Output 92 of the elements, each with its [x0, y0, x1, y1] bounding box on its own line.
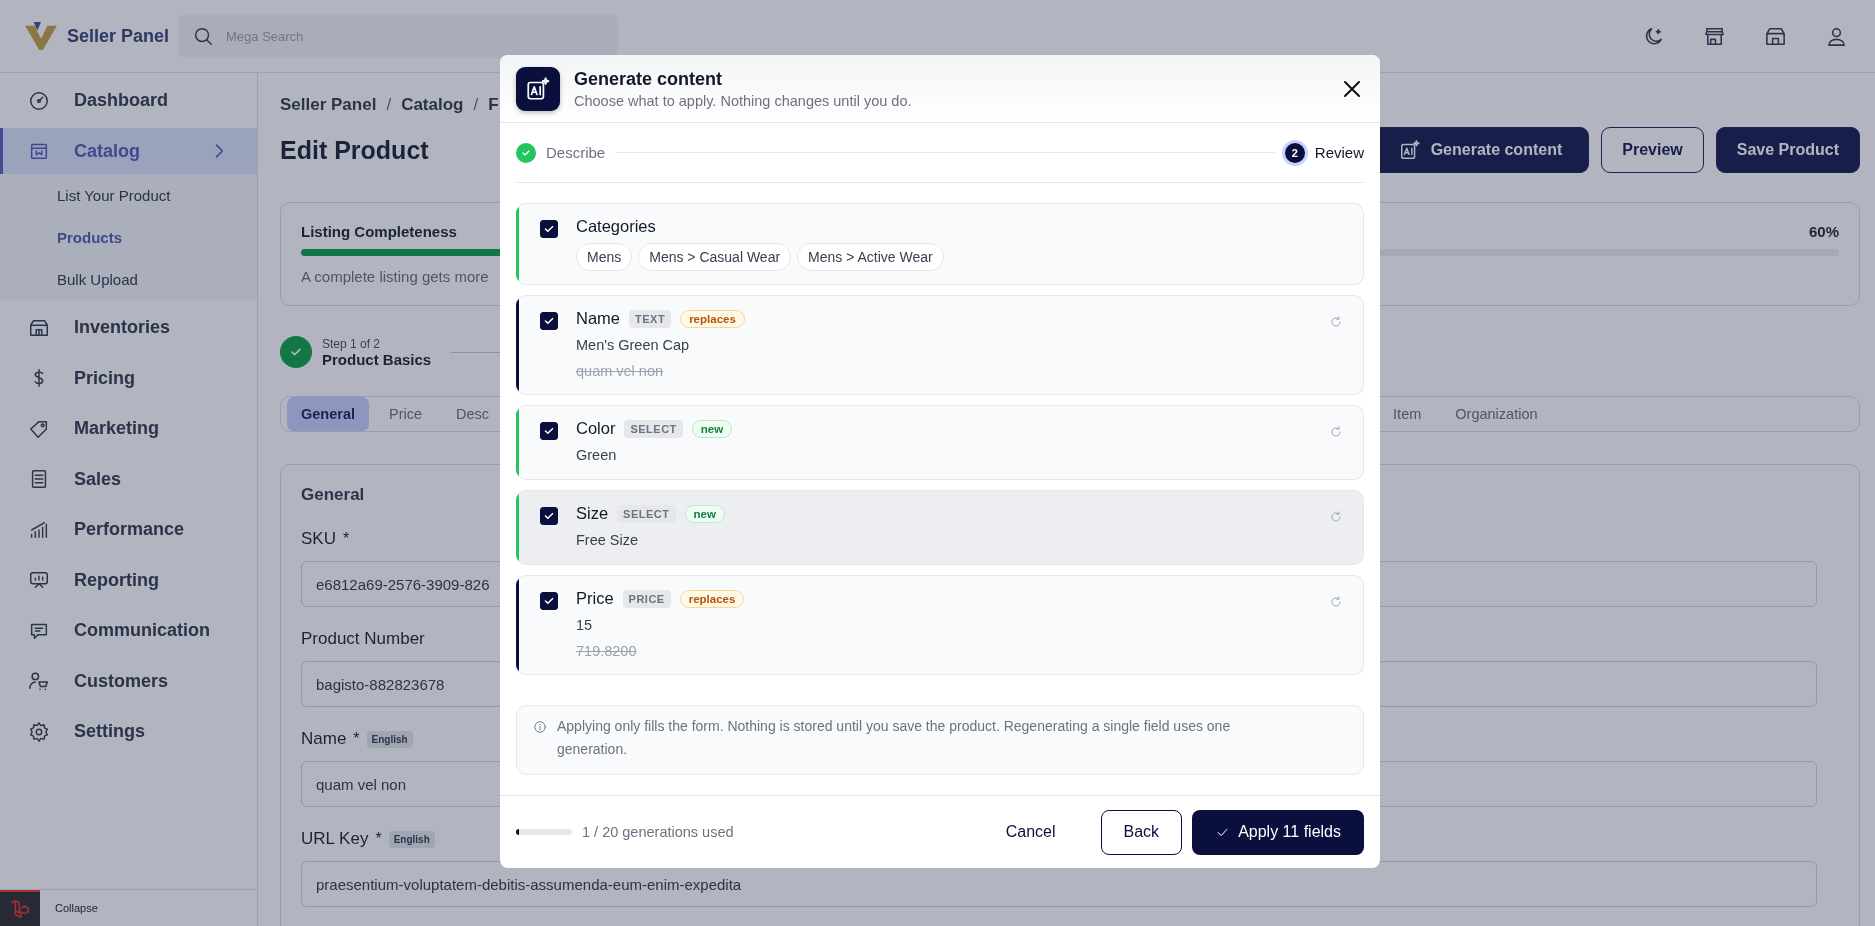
locale-badge: English: [388, 830, 435, 848]
field-label: Product Number: [301, 629, 425, 649]
logo-icon: [25, 22, 57, 50]
category-chip: Mens > Casual Wear: [638, 243, 792, 271]
suggestion-label: Name: [576, 309, 620, 328]
brand-name: Seller Panel: [67, 25, 170, 47]
category-chip: Mens > Active Wear: [797, 243, 944, 271]
suggestion-label: Price: [576, 589, 614, 608]
suggested-value: Green: [576, 446, 618, 465]
step-label: Review: [1314, 144, 1364, 161]
step-label: Describe: [546, 144, 606, 161]
locale-badge: English: [366, 730, 413, 748]
dialog-button[interactable]: Back: [1100, 809, 1183, 855]
field-label: Name: [301, 729, 347, 749]
sidebar-item[interactable]: Communication: [0, 607, 257, 654]
suggested-value: Free Size: [576, 531, 640, 550]
field-label: URL Key: [301, 829, 369, 849]
action-button[interactable]: Preview: [1601, 127, 1704, 173]
completeness-hint: A complete listing gets more: [301, 268, 490, 285]
gauge-icon: [28, 89, 50, 112]
breadcrumb-link[interactable]: Seller Panel: [280, 95, 377, 115]
suggested-value: 15: [576, 616, 594, 635]
checkbox[interactable]: [540, 422, 558, 440]
framework-logo: [0, 890, 40, 926]
tab[interactable]: General: [287, 397, 369, 431]
field-label: SKU: [301, 529, 336, 549]
completeness-reading: 60%: [1808, 223, 1839, 240]
required-mark: *: [375, 830, 382, 848]
change-badge: replaces: [679, 589, 745, 608]
dialog-button[interactable]: Apply 11 fields: [1192, 809, 1364, 855]
sidebar-subitem[interactable]: Products: [0, 216, 257, 258]
change-badge: new: [691, 419, 733, 438]
sparkle-frame-icon: [516, 66, 560, 111]
sparkle-frame-icon: [1398, 139, 1421, 161]
suggestion-label: Size: [576, 504, 609, 523]
required-mark: *: [353, 730, 360, 748]
info-icon: [533, 720, 547, 734]
note-text: Applying only fills the form. Nothing is stored until you save the product. Regenerating a single field uses one generation.: [557, 717, 1232, 759]
type-badge: TEXT: [629, 309, 672, 328]
sidebar-item[interactable]: Catalog: [0, 128, 257, 174]
breadcrumb-separator: /: [473, 95, 479, 115]
sidebar-item[interactable]: Dashboard: [0, 77, 257, 124]
sidebar-subitem[interactable]: List Your Product: [0, 174, 257, 216]
sidebar-item[interactable]: Reporting: [0, 557, 257, 603]
search-icon: [192, 25, 214, 47]
sidebar-item[interactable]: Performance: [0, 506, 257, 553]
tab[interactable]: Item: [1379, 397, 1436, 431]
type-badge: SELECT: [617, 504, 676, 523]
sidebar-item[interactable]: Settings: [0, 708, 257, 755]
suggestion-label: Color: [576, 419, 616, 438]
type-badge: SELECT: [624, 419, 683, 438]
usage-text: 1 / 20 generations used: [582, 824, 734, 840]
sidebar-item[interactable]: Sales: [0, 456, 257, 502]
dialog-subtitle: Choose what to apply. Nothing changes until you do.: [574, 92, 912, 109]
type-badge: PRICE: [622, 589, 671, 608]
change-badge: replaces: [680, 309, 745, 328]
breadcrumb-link[interactable]: Catalog: [401, 95, 464, 115]
checkbox[interactable]: [540, 220, 558, 238]
checkbox[interactable]: [540, 592, 558, 610]
tab[interactable]: Desc: [442, 397, 504, 431]
sidebar-item[interactable]: Customers: [0, 658, 257, 704]
section-title: General: [301, 485, 366, 505]
customer-cart-icon: [28, 670, 50, 692]
old-value: quam vel non: [576, 362, 665, 381]
step-number: 2: [1284, 142, 1305, 163]
dialog-title: Generate content: [574, 68, 724, 90]
checkbox[interactable]: [540, 312, 558, 330]
suggestion-label: Categories: [576, 217, 656, 236]
search-field[interactable]: Mega Search: [178, 14, 618, 58]
category-chip: Mens: [576, 243, 633, 271]
dialog-button[interactable]: Cancel: [982, 809, 1079, 855]
change-badge: new: [684, 504, 725, 523]
checkbox[interactable]: [540, 507, 558, 525]
collapse-button[interactable]: Collapse: [55, 902, 98, 914]
step-title: Product Basics: [322, 350, 432, 368]
completeness-label: Listing Completeness: [301, 223, 457, 240]
presentation-icon: [28, 569, 50, 591]
old-value: 719.8200: [576, 642, 638, 661]
tab[interactable]: Organization: [1441, 397, 1552, 431]
settings-icon: [28, 720, 50, 743]
breadcrumb-separator: /: [386, 95, 392, 115]
sidebar-item[interactable]: Marketing: [0, 405, 257, 452]
action-button[interactable]: Save Product: [1715, 127, 1860, 173]
suggested-value: Men's Green Cap: [576, 336, 691, 355]
tab[interactable]: Price: [375, 397, 437, 431]
sidebar-item[interactable]: Inventories: [0, 304, 257, 351]
page-title: Edit Product: [280, 135, 429, 165]
sidebar-item[interactable]: Pricing: [0, 355, 257, 401]
sidebar-subitem[interactable]: Bulk Upload: [0, 258, 257, 300]
step-caption: Step 1 of 2: [322, 336, 382, 351]
breadcrumb-link[interactable]: F: [488, 95, 499, 115]
required-mark: *: [342, 530, 350, 548]
